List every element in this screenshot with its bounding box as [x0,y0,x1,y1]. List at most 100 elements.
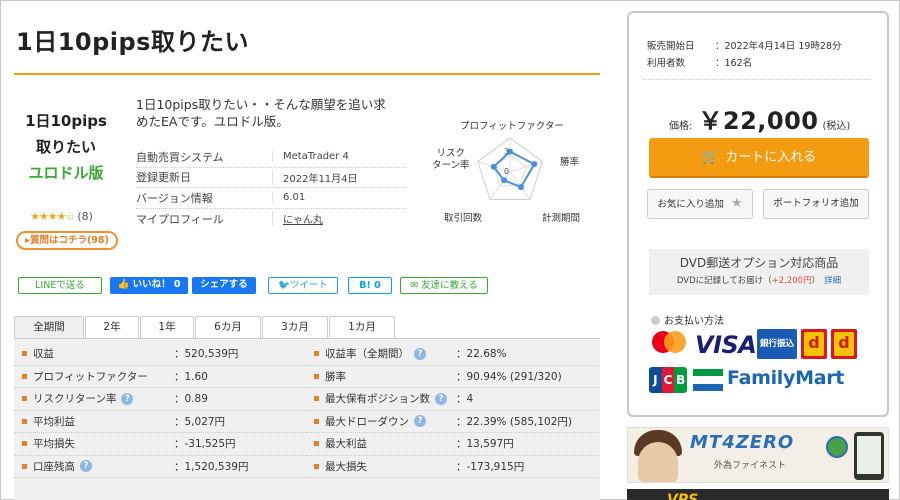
d-payment-daily-mark: d [834,332,854,356]
help-icon[interactable]: ? [80,460,92,473]
envelope-icon: ✉ [410,280,419,291]
dvd-sub-close: ） [811,276,821,286]
bullet-icon [22,441,27,447]
radar-point [490,163,497,170]
product-name-line1: 1日10pips [25,112,107,130]
spec-label: マイプロフィール [136,212,224,226]
period-tabs: 全期間 2年 1年 6カ月 3カ月 1カ月 [14,316,396,338]
stat-row: プロフィットファクター ：1.60 [14,366,308,388]
product-name-line2: 取りたい [35,138,96,156]
stat-value: ：4 [456,393,474,406]
like-label: いいね！ 0 [132,279,181,290]
mastercard-logo [652,331,686,353]
hatena-bookmark-button[interactable]: B! 0 [348,277,392,294]
radar-label-risk: リスク ターン率 [432,148,470,172]
line-share-button[interactable]: LINEで送る [18,277,102,294]
facebook-share-button[interactable]: シェアする [192,277,256,294]
radar-point [517,184,524,191]
star-icon: ★ [730,196,743,211]
payment-methods-title: お支払い方法 [651,312,724,327]
stat-value: ：13,597円 [456,438,514,451]
dvd-subtitle: DVDに記録してお届け（+2,200円） 詳細 [649,274,869,286]
review-count: (8) [77,210,93,223]
stat-row: 最大損失 ：-173,915円 [306,456,598,478]
bullet-icon [314,373,319,379]
question-label: 質問はコチラ(98) [29,235,109,246]
user-count-row: 利用者数 ：162名 [647,55,842,72]
add-favorite-button[interactable]: お気に入り追加 ★ [647,189,753,219]
stat-label: 最大利益 [325,438,367,451]
chart-screen-icon [857,436,881,474]
stat-label: 平均損失 [33,438,75,451]
bullet-icon [314,463,319,469]
stat-value: ：5,027円 [174,415,226,428]
radar-point [501,177,508,184]
tab-6-months[interactable]: 6カ月 [195,316,261,338]
familymart-logo-icon [693,369,723,391]
stat-row: 勝率 ：90.94% (291/320) [306,366,598,388]
stat-row: 口座残高? ：1,520,539円 [14,456,308,478]
bullet-icon [314,441,319,447]
radar-scale-mid: 0 [504,167,509,176]
stat-label: 最大損失 [325,460,367,473]
spec-table: 自動売買システム MetaTrader 4 登録更新日 2022年11月4日 バ… [136,147,406,229]
payment-title-text: お支払い方法 [664,316,724,327]
jcb-j: J [649,367,662,393]
mt4zero-banner[interactable]: MT4ZERO 外為ファイネスト [627,427,889,483]
help-icon[interactable]: ? [414,415,426,428]
radar-label-risk-2: ターン率 [432,160,470,171]
bullet-icon [22,418,27,424]
dvd-option-box: DVD郵送オプション対応商品 DVDに記録してお届け（+2,200円） 詳細 [649,249,869,295]
friend-label: 友達に教える [421,280,478,291]
cart-icon: 🛒 [701,149,720,165]
banner-person-face [638,442,678,482]
stats-left-column: 収益 ：520,539円 プロフィットファクター ：1.60 リスクリターン率? ：0.8… [14,343,308,478]
radar-label-trades: 取引回数 [444,213,483,224]
spec-value: MetaTrader 4 [272,151,349,163]
stat-value: ：-31,525円 [174,438,236,451]
radar-axis-line [509,161,543,173]
stat-value: ：1.60 [174,370,208,383]
stat-label: リスクリターン率 [33,393,117,406]
help-icon[interactable]: ? [414,347,426,360]
vps-banner[interactable]: VPS [627,489,889,500]
radar-scale-top: 3 [504,147,509,156]
spec-row-updated: 登録更新日 2022年11月4日 [136,168,406,188]
dvd-detail-link[interactable]: 詳細 [824,276,841,286]
stat-value: ：90.94% (291/320) [456,370,562,383]
tab-all-period[interactable]: 全期間 [14,316,84,338]
rating-stars[interactable]: ★★★★☆ (8) [30,210,93,223]
tab-2-years[interactable]: 2年 [85,316,139,338]
stat-value: ：22.39% (585,102円) [456,415,572,428]
radar-data-shape [492,150,536,189]
product-name: 1日10pips 取りたい ユロドル版 [14,108,118,186]
help-icon[interactable]: ? [435,392,447,405]
price-amount: ￥22,000 [698,107,819,135]
banner-subtitle: 外為ファイネスト [714,461,787,471]
radar-chart: 3 0 プロフィットファクター 勝率 計測期間 取引回数 リスク ターン率 [420,116,600,226]
bullet-icon [651,316,660,325]
profile-link[interactable]: にゃん丸 [272,211,323,227]
stat-row: リスクリターン率? ：0.89 [14,388,308,411]
facebook-like-button[interactable]: 👍 いいね！ 0 [110,277,188,294]
add-portfolio-button[interactable]: ポートフォリオ追加 [763,189,869,219]
tab-3-months[interactable]: 3カ月 [262,316,328,338]
help-icon[interactable]: ? [121,392,134,405]
stat-row: 平均利益 ：5,027円 [14,411,308,433]
familymart-logo: FamilyMart [727,367,845,389]
tab-1-year[interactable]: 1年 [140,316,194,338]
stat-label: プロフィットファクター [33,370,148,383]
product-description: 1日10pips取りたい・・そんな願望を追い求めたEAです。ユロドル版。 [136,97,386,129]
stat-label: 収益率（全期間） [325,348,409,361]
tell-friend-button[interactable]: ✉ 友達に教える [400,277,488,294]
price-tax: (税込) [822,121,851,132]
stat-row: 最大ドローダウン? ：22.39% (585,102円) [306,411,598,433]
spec-label: 自動売買システム [136,150,224,164]
question-button[interactable]: ▸質問はコチラ(98) [16,231,118,250]
tweet-button[interactable]: 🐦ツイート [268,277,338,294]
stat-label: 口座残高 [33,460,75,473]
visa-logo: VISA [695,331,757,359]
dvd-sub-text: DVDに記録してお届け（ [676,276,772,286]
add-to-cart-button[interactable]: 🛒 カートに入れる [649,138,869,176]
tab-1-month[interactable]: 1カ月 [329,316,395,338]
